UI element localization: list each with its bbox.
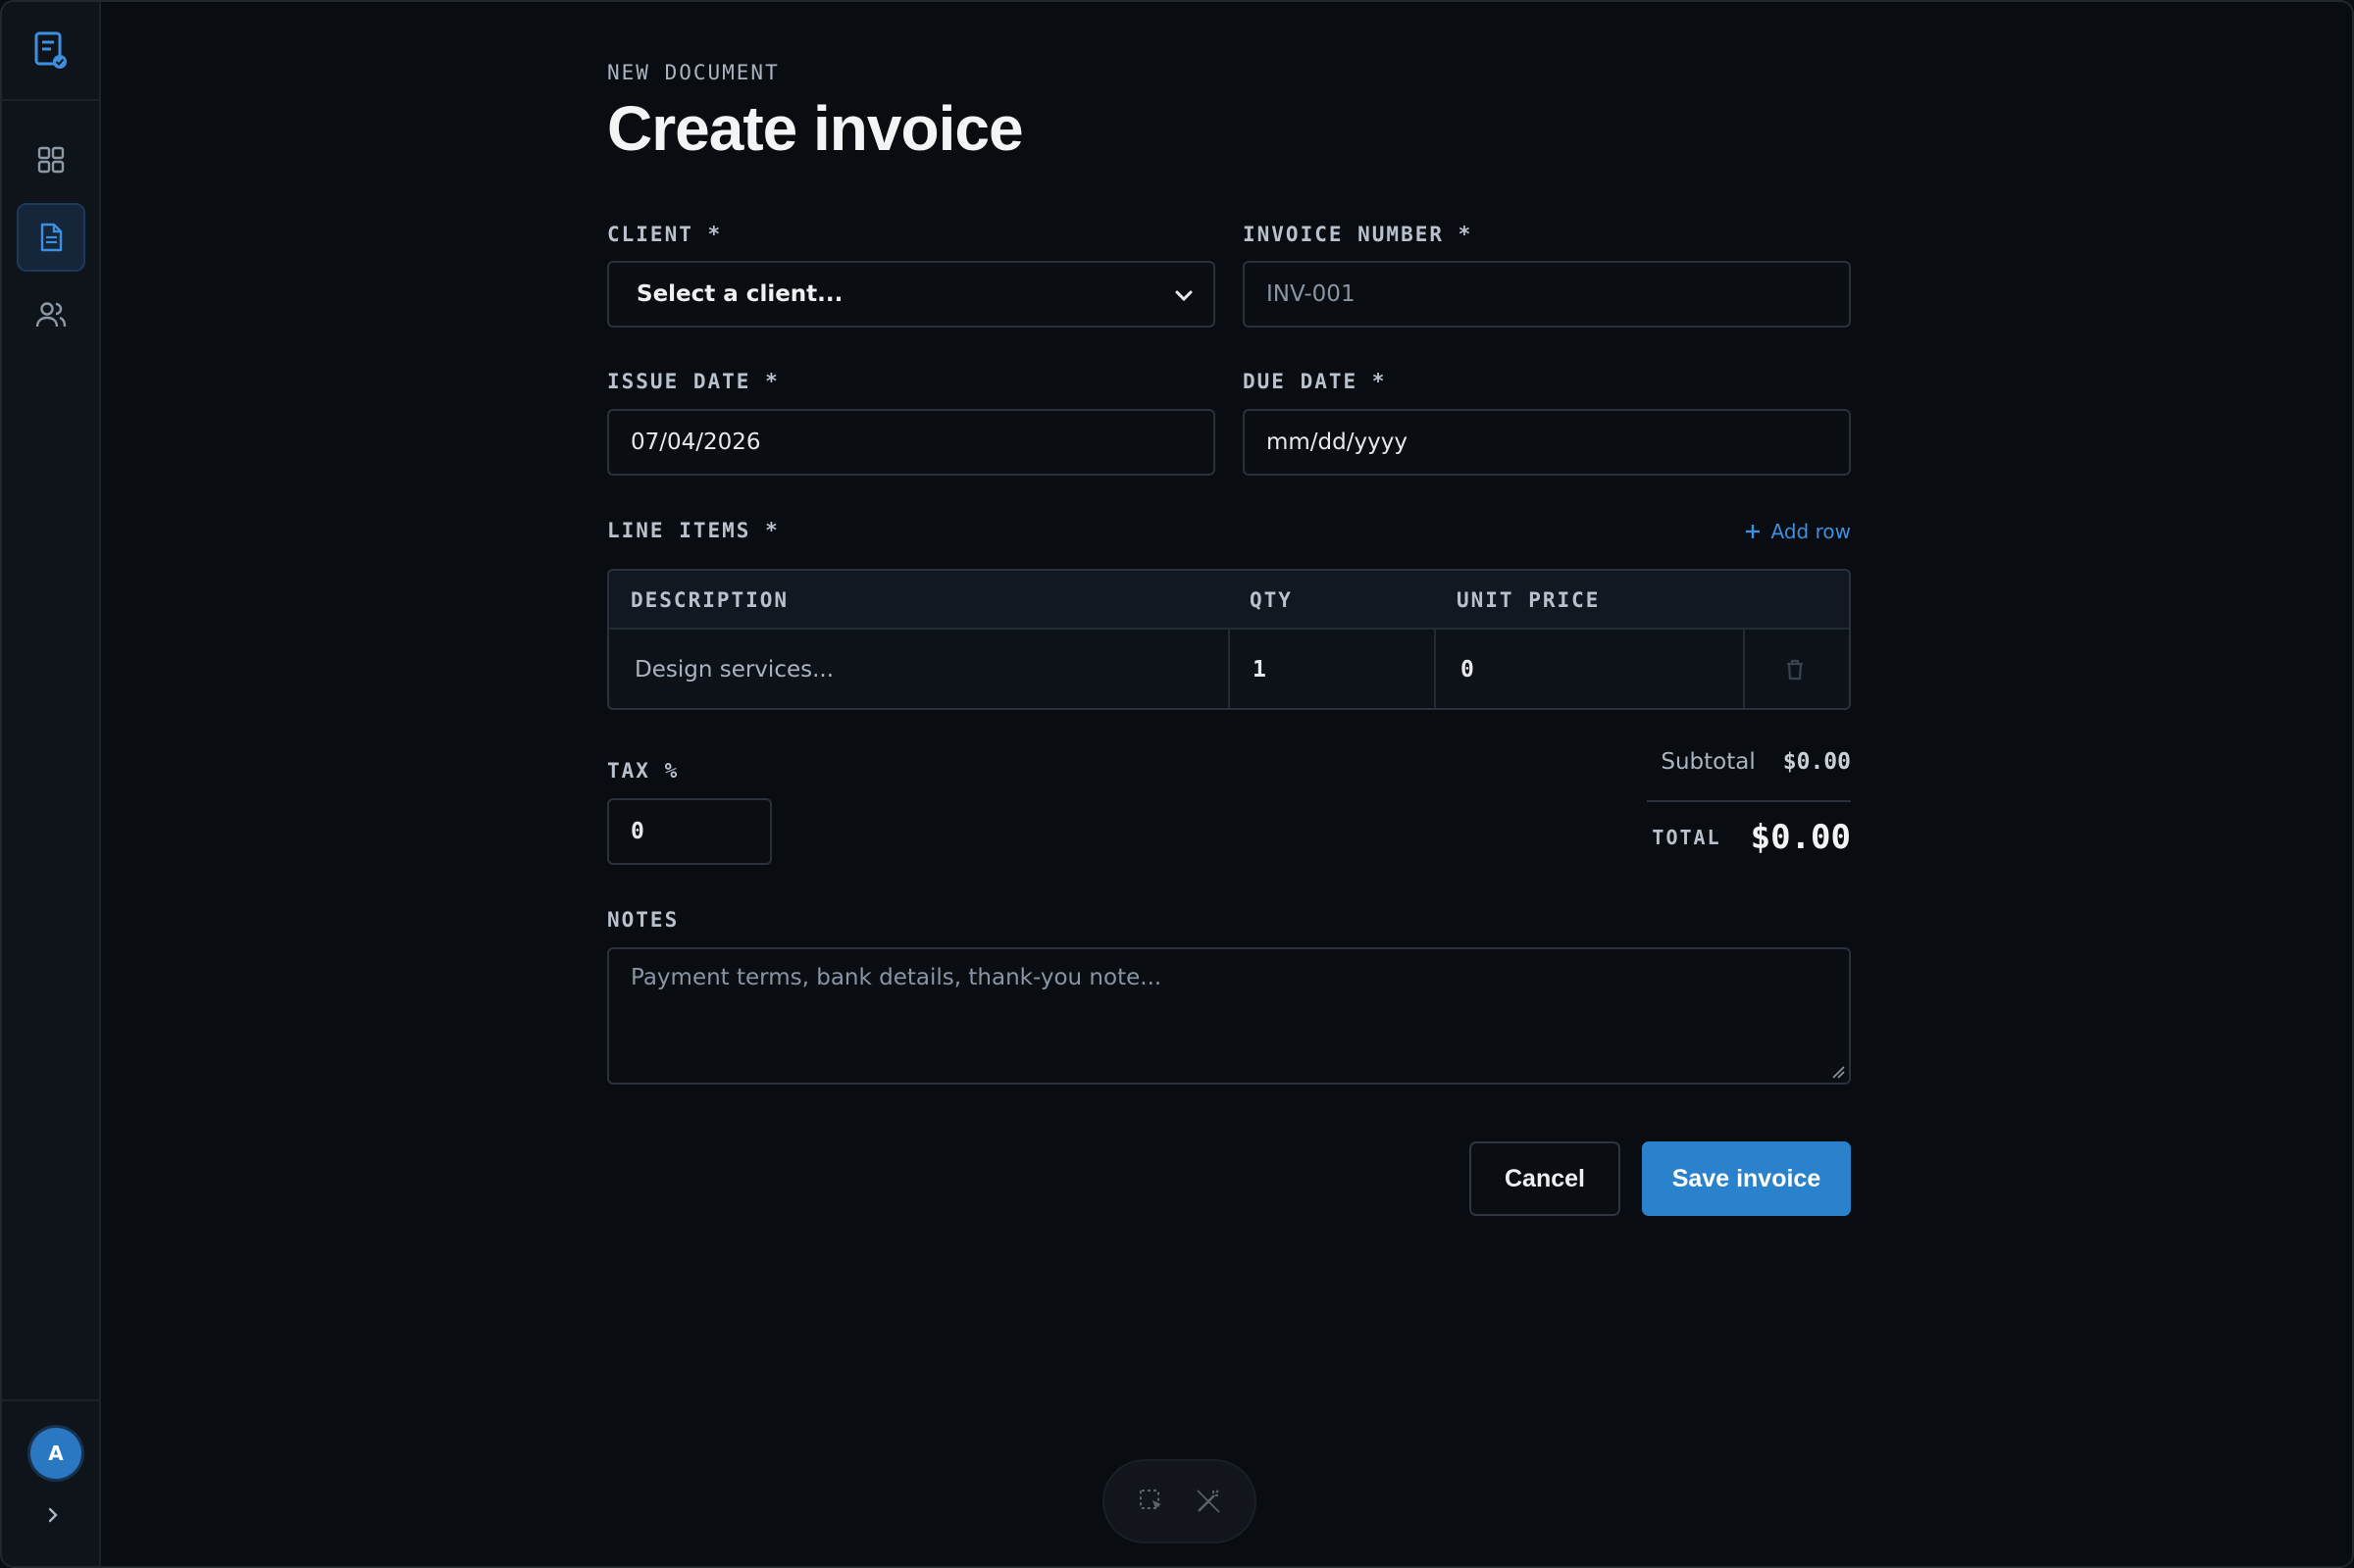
app-window: A NEW DOCUMENT Create invoice CLIENT * S… xyxy=(0,0,2354,1568)
qty-input[interactable]: 1 xyxy=(1253,630,1429,708)
floating-toolbar xyxy=(1102,1459,1256,1543)
sidebar-nav xyxy=(2,126,99,358)
column-unit-price: UNIT PRICE xyxy=(1457,588,1601,612)
users-icon xyxy=(35,302,67,328)
select-region-icon[interactable] xyxy=(1138,1488,1165,1515)
client-select[interactable]: Select a client... xyxy=(607,261,1215,328)
invoice-logo-icon xyxy=(34,31,67,69)
magic-wand-icon[interactable] xyxy=(1195,1488,1222,1515)
sidebar-item-clients[interactable] xyxy=(17,280,85,349)
notes-placeholder: Payment terms, bank details, thank-you n… xyxy=(631,965,1162,990)
due-date-input[interactable]: mm/dd/yyyy xyxy=(1243,409,1851,476)
table-header: DESCRIPTION QTY UNIT PRICE xyxy=(609,571,1849,630)
tax-input[interactable]: 0 xyxy=(607,798,772,865)
chevron-down-icon xyxy=(1175,290,1193,302)
user-avatar[interactable]: A xyxy=(30,1428,81,1479)
resize-handle-icon[interactable] xyxy=(1831,1065,1845,1079)
trash-icon xyxy=(1787,659,1803,681)
document-icon xyxy=(40,223,63,252)
issue-date-label: ISSUE DATE * xyxy=(607,370,780,393)
cell-divider xyxy=(1743,630,1745,708)
totals-divider xyxy=(1647,800,1851,802)
expand-sidebar-button[interactable] xyxy=(39,1501,67,1529)
due-date-label: DUE DATE * xyxy=(1243,370,1387,393)
delete-row-button[interactable] xyxy=(1784,630,1814,708)
subtotal-value: $0.00 xyxy=(1782,749,1851,775)
client-label: CLIENT * xyxy=(607,223,723,246)
add-row-label: Add row xyxy=(1770,520,1851,543)
cell-divider xyxy=(1228,630,1230,708)
sidebar: A xyxy=(2,2,101,1566)
description-input[interactable]: Design services... xyxy=(635,630,1223,708)
sidebar-footer: A xyxy=(2,1399,99,1566)
issue-date-input[interactable]: 07/04/2026 xyxy=(607,409,1215,476)
table-row: Design services... 1 0 xyxy=(609,630,1849,708)
page-title: Create invoice xyxy=(607,93,1024,164)
total-value: $0.00 xyxy=(1750,818,1851,857)
column-description: DESCRIPTION xyxy=(631,588,790,612)
chevron-right-icon xyxy=(48,1507,58,1523)
tax-label: TAX % xyxy=(607,759,680,783)
save-invoice-button[interactable]: Save invoice xyxy=(1642,1141,1851,1216)
app-logo[interactable] xyxy=(2,2,99,101)
notes-label: NOTES xyxy=(607,908,680,932)
page-kicker: NEW DOCUMENT xyxy=(607,61,780,84)
cancel-button[interactable]: Cancel xyxy=(1469,1141,1620,1216)
subtotal-row: Subtotal $0.00 xyxy=(1661,749,1851,775)
invoice-number-label: INVOICE NUMBER * xyxy=(1243,223,1473,246)
line-items-table: DESCRIPTION QTY UNIT PRICE Design servic… xyxy=(607,569,1851,710)
unit-price-input[interactable]: 0 xyxy=(1460,630,1735,708)
line-items-label: LINE ITEMS * xyxy=(607,519,780,542)
cell-divider xyxy=(1434,630,1436,708)
add-row-button[interactable]: Add row xyxy=(1744,520,1851,543)
notes-textarea[interactable]: Payment terms, bank details, thank-you n… xyxy=(607,947,1851,1085)
column-qty: QTY xyxy=(1250,588,1293,612)
dashboard-icon xyxy=(37,146,65,174)
plus-icon xyxy=(1745,525,1760,538)
total-label: TOTAL xyxy=(1652,826,1721,849)
subtotal-label: Subtotal xyxy=(1661,749,1756,775)
total-row: TOTAL $0.00 xyxy=(1652,818,1851,857)
invoice-number-input[interactable]: INV-001 xyxy=(1243,261,1851,328)
sidebar-item-dashboard[interactable] xyxy=(17,126,85,194)
sidebar-item-invoices[interactable] xyxy=(17,203,85,272)
client-select-value: Select a client... xyxy=(637,281,844,307)
